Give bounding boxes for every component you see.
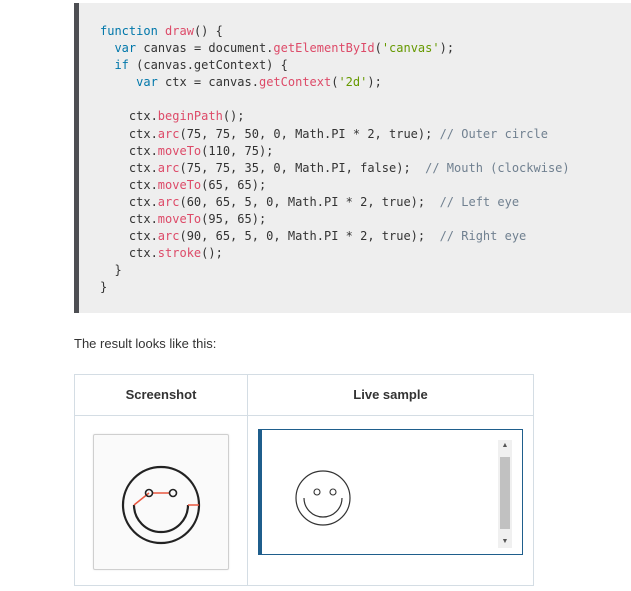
code-line: function draw() { <box>100 23 631 40</box>
code-token: ctx. <box>100 212 158 227</box>
code-line: ctx.beginPath(); <box>100 108 631 125</box>
code-token: (canvas.getContext) { <box>128 58 288 73</box>
code-token: '2d' <box>338 75 368 90</box>
code-token: (90, 65, 5, 0, Math.PI * 2, true); <box>179 229 440 244</box>
screenshot-column-header: Screenshot <box>125 387 197 402</box>
code-token: draw <box>165 24 194 38</box>
code-token: moveTo <box>157 143 202 158</box>
code-line: var ctx = canvas.getContext('2d'); <box>100 74 631 91</box>
right-eye <box>168 488 178 498</box>
code-line: ctx.arc(90, 65, 5, 0, Math.PI * 2, true)… <box>100 228 631 245</box>
code-token: (60, 65, 5, 0, Math.PI * 2, true); <box>179 194 440 209</box>
code-token: var <box>114 41 137 56</box>
code-token: } <box>100 263 122 278</box>
left-eye <box>313 488 321 496</box>
live-sample-column-header: Live sample <box>353 387 428 402</box>
code-token: // Outer circle <box>439 126 548 141</box>
code-line: ctx.arc(75, 75, 50, 0, Math.PI * 2, true… <box>100 126 631 143</box>
code-token: moveTo <box>157 177 202 192</box>
code-token: arc <box>157 229 180 244</box>
code-token: ( <box>374 41 382 56</box>
code-token: ctx. <box>100 160 158 175</box>
code-line: } <box>100 279 631 296</box>
code-listing: function draw() { var canvas = document.… <box>79 3 631 297</box>
code-block: function draw() { var canvas = document.… <box>74 3 631 313</box>
code-token: ctx. <box>100 229 158 244</box>
code-token: } <box>100 280 108 295</box>
code-token: (75, 75, 35, 0, Math.PI, false); <box>179 160 426 175</box>
code-token: if <box>114 58 129 73</box>
code-token: ctx. <box>100 177 158 192</box>
code-token: canvas = document. <box>136 41 274 56</box>
smiley-live-canvas <box>295 470 351 526</box>
code-token: function <box>100 24 158 38</box>
code-token: beginPath <box>157 109 223 124</box>
code-line: ctx.moveTo(110, 75); <box>100 143 631 160</box>
scroll-down-arrow-icon[interactable]: ▼ <box>498 536 512 548</box>
code-token: stroke <box>157 246 202 261</box>
code-line: ctx.stroke(); <box>100 245 631 262</box>
column-divider <box>247 375 248 585</box>
code-line: } <box>100 262 631 279</box>
mouth-arc <box>303 497 343 518</box>
code-token: getContext <box>258 75 332 90</box>
code-token: getElementById <box>273 41 375 56</box>
code-token: () { <box>193 24 223 38</box>
scroll-up-arrow-icon[interactable]: ▲ <box>498 440 512 452</box>
code-token: moveTo <box>157 212 202 227</box>
code-token: (); <box>222 109 245 124</box>
code-token: (65, 65); <box>201 177 267 192</box>
smiley-screenshot-drawing <box>121 465 201 545</box>
code-line: if (canvas.getContext) { <box>100 57 631 74</box>
code-token: arc <box>157 194 180 209</box>
live-sample-frame[interactable]: ▲ ▼ <box>258 429 523 555</box>
screenshot-image <box>93 434 229 570</box>
code-token: arc <box>157 126 180 141</box>
code-token: (110, 75); <box>201 143 274 158</box>
code-line: ctx.arc(60, 65, 5, 0, Math.PI * 2, true)… <box>100 194 631 211</box>
code-token: var <box>136 75 158 90</box>
vertical-scrollbar[interactable]: ▲ ▼ <box>498 440 512 548</box>
code-token: ctx = canvas. <box>157 75 259 90</box>
header-divider <box>75 415 533 416</box>
scroll-thumb[interactable] <box>500 457 510 529</box>
code-token: (75, 75, 50, 0, Math.PI * 2, true); <box>179 126 440 141</box>
code-token: // Mouth (clockwise) <box>425 160 570 175</box>
code-line: var canvas = document.getElementById('ca… <box>100 40 631 57</box>
code-token: arc <box>157 160 180 175</box>
code-token: (95, 65); <box>201 212 267 227</box>
code-line: ctx.moveTo(65, 65); <box>100 177 631 194</box>
code-token: ctx. <box>100 109 158 124</box>
right-eye <box>329 488 337 496</box>
sample-table: Screenshot Live sample ▲ ▼ <box>74 374 534 586</box>
code-token: // Right eye <box>439 229 527 244</box>
code-line: ctx.moveTo(95, 65); <box>100 211 631 228</box>
result-caption: The result looks like this: <box>74 336 217 351</box>
code-token: ctx. <box>100 126 158 141</box>
code-line: ctx.arc(75, 75, 35, 0, Math.PI, false); … <box>100 160 631 177</box>
code-token: // Left eye <box>439 194 520 209</box>
code-token: 'canvas' <box>381 41 440 56</box>
code-token: (); <box>201 246 223 261</box>
code-token: ctx. <box>100 143 158 158</box>
mouth-arc <box>132 504 190 534</box>
code-token: ctx. <box>100 194 158 209</box>
code-token: ); <box>439 41 455 56</box>
code-token: ctx. <box>100 246 158 261</box>
code-token: ); <box>367 75 382 90</box>
